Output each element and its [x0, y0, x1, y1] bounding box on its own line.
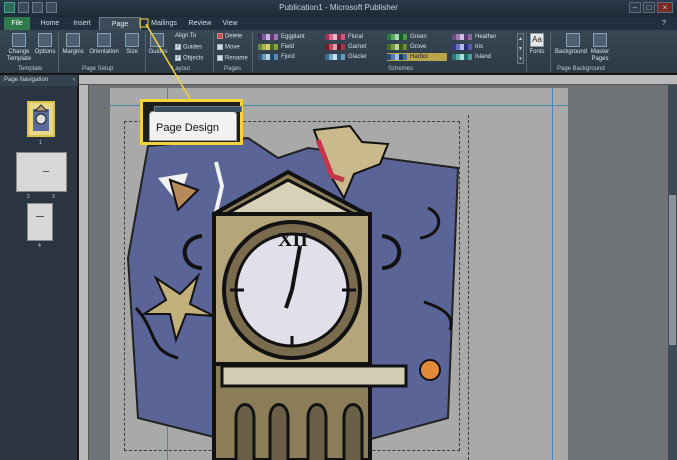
callout-text: Page Design: [156, 122, 219, 134]
callout-pointer: [139, 18, 191, 100]
callout-tab-zoom: Page Design: [149, 106, 242, 141]
page-design-tab-callout: Page Design: [140, 99, 243, 145]
publisher-window: Publication1 - Microsoft Publisher – □ ×…: [0, 0, 677, 460]
callout-tab-top: [154, 106, 242, 112]
